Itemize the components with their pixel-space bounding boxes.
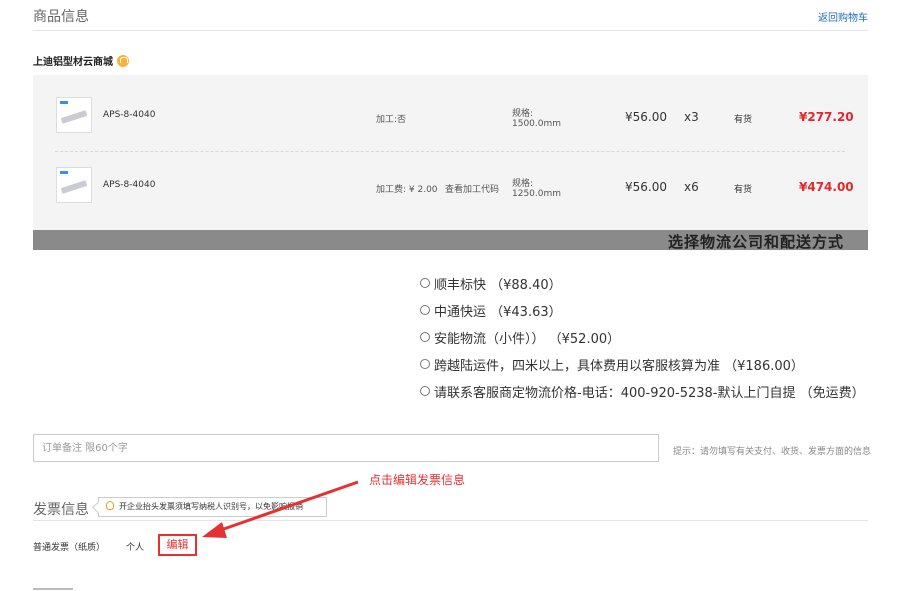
radio-icon[interactable] [420, 278, 430, 288]
radio-icon[interactable] [420, 359, 430, 369]
back-to-cart-link[interactable]: 返回购物车 [818, 9, 868, 24]
shipping-banner: 选择物流公司和配送方式 [33, 230, 868, 251]
quantity: x3 [684, 110, 699, 124]
shipping-option-kuayue[interactable]: 跨越陆运件，四米以上，具体费用以客服核算为准 （¥186.00） [420, 355, 804, 374]
next-section-title-cutoff [33, 585, 73, 591]
header-divider [33, 30, 868, 31]
store-name[interactable]: 上迪铝型材云商城 [33, 57, 113, 68]
quantity: x6 [684, 180, 699, 194]
processing-fee: 加工费: ¥ 2.00 [376, 185, 438, 195]
product-name[interactable]: APS-8-4040 [103, 180, 155, 190]
unit-price: ¥56.00 [625, 180, 667, 194]
processing-info: 加工:否 [376, 115, 407, 125]
invoice-divider [33, 520, 868, 521]
stock-status: 有货 [734, 185, 753, 195]
line-total: ¥277.20 [799, 110, 854, 124]
spec-value: 1500.0mm [512, 119, 562, 129]
arrow-icon [202, 480, 359, 538]
store-name-row: 上迪铝型材云商城 [33, 53, 129, 68]
spec-value: 1250.0mm [512, 189, 562, 199]
spec-label: 规格: [512, 179, 534, 189]
product-thumbnail[interactable] [56, 97, 92, 133]
annotation-text: 点击编辑发票信息 [369, 473, 466, 487]
radio-icon[interactable] [420, 386, 430, 396]
order-note-input[interactable] [33, 434, 659, 462]
order-note-hint: 提示：请勿填写有关支付、收货、发票方面的信息 [673, 447, 872, 457]
product-thumbnail[interactable] [56, 167, 92, 203]
shipping-option-sf[interactable]: 顺丰标快 （¥88.40） [420, 274, 562, 293]
line-total: ¥474.00 [799, 180, 854, 194]
view-processing-code-link[interactable]: 查看加工代码 [445, 182, 499, 195]
invoice-title: 发票信息 [33, 502, 89, 518]
shipping-option-self-pickup[interactable]: 请联系客服商定物流价格-电话：400-920-5238-默认上门自提 （免运费） [420, 382, 865, 401]
invoice-type: 普通发票（纸质） [33, 543, 106, 553]
spec-label: 规格: [512, 109, 534, 119]
store-icon [117, 55, 129, 67]
lightbulb-icon [106, 501, 114, 510]
invoice-holder: 个人 [126, 543, 145, 553]
product-name[interactable]: APS-8-4040 [103, 110, 155, 120]
shipping-title: 选择物流公司和配送方式 [667, 233, 844, 251]
page-title: 商品信息 [33, 9, 89, 25]
item-divider [55, 151, 845, 152]
unit-price: ¥56.00 [625, 110, 667, 124]
radio-icon[interactable] [420, 305, 430, 315]
stock-status: 有货 [734, 115, 753, 125]
shipping-option-ane[interactable]: 安能物流（小件）） （¥52.00） [420, 328, 620, 347]
shipping-option-zto[interactable]: 中通快运 （¥43.63） [420, 301, 562, 320]
radio-icon[interactable] [420, 332, 430, 342]
cart-items-box [33, 75, 868, 230]
